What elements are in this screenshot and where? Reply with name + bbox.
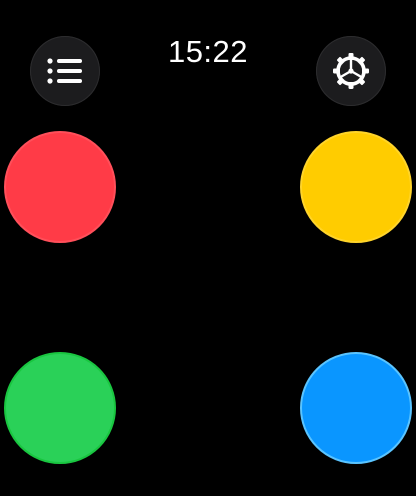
- blue-color-button[interactable]: [300, 352, 412, 464]
- yellow-color-button[interactable]: [300, 131, 412, 243]
- list-icon: [46, 56, 84, 86]
- gear-icon: [331, 51, 371, 91]
- red-color-button[interactable]: [4, 131, 116, 243]
- list-button[interactable]: [30, 36, 100, 106]
- settings-button[interactable]: [316, 36, 386, 106]
- green-color-button[interactable]: [4, 352, 116, 464]
